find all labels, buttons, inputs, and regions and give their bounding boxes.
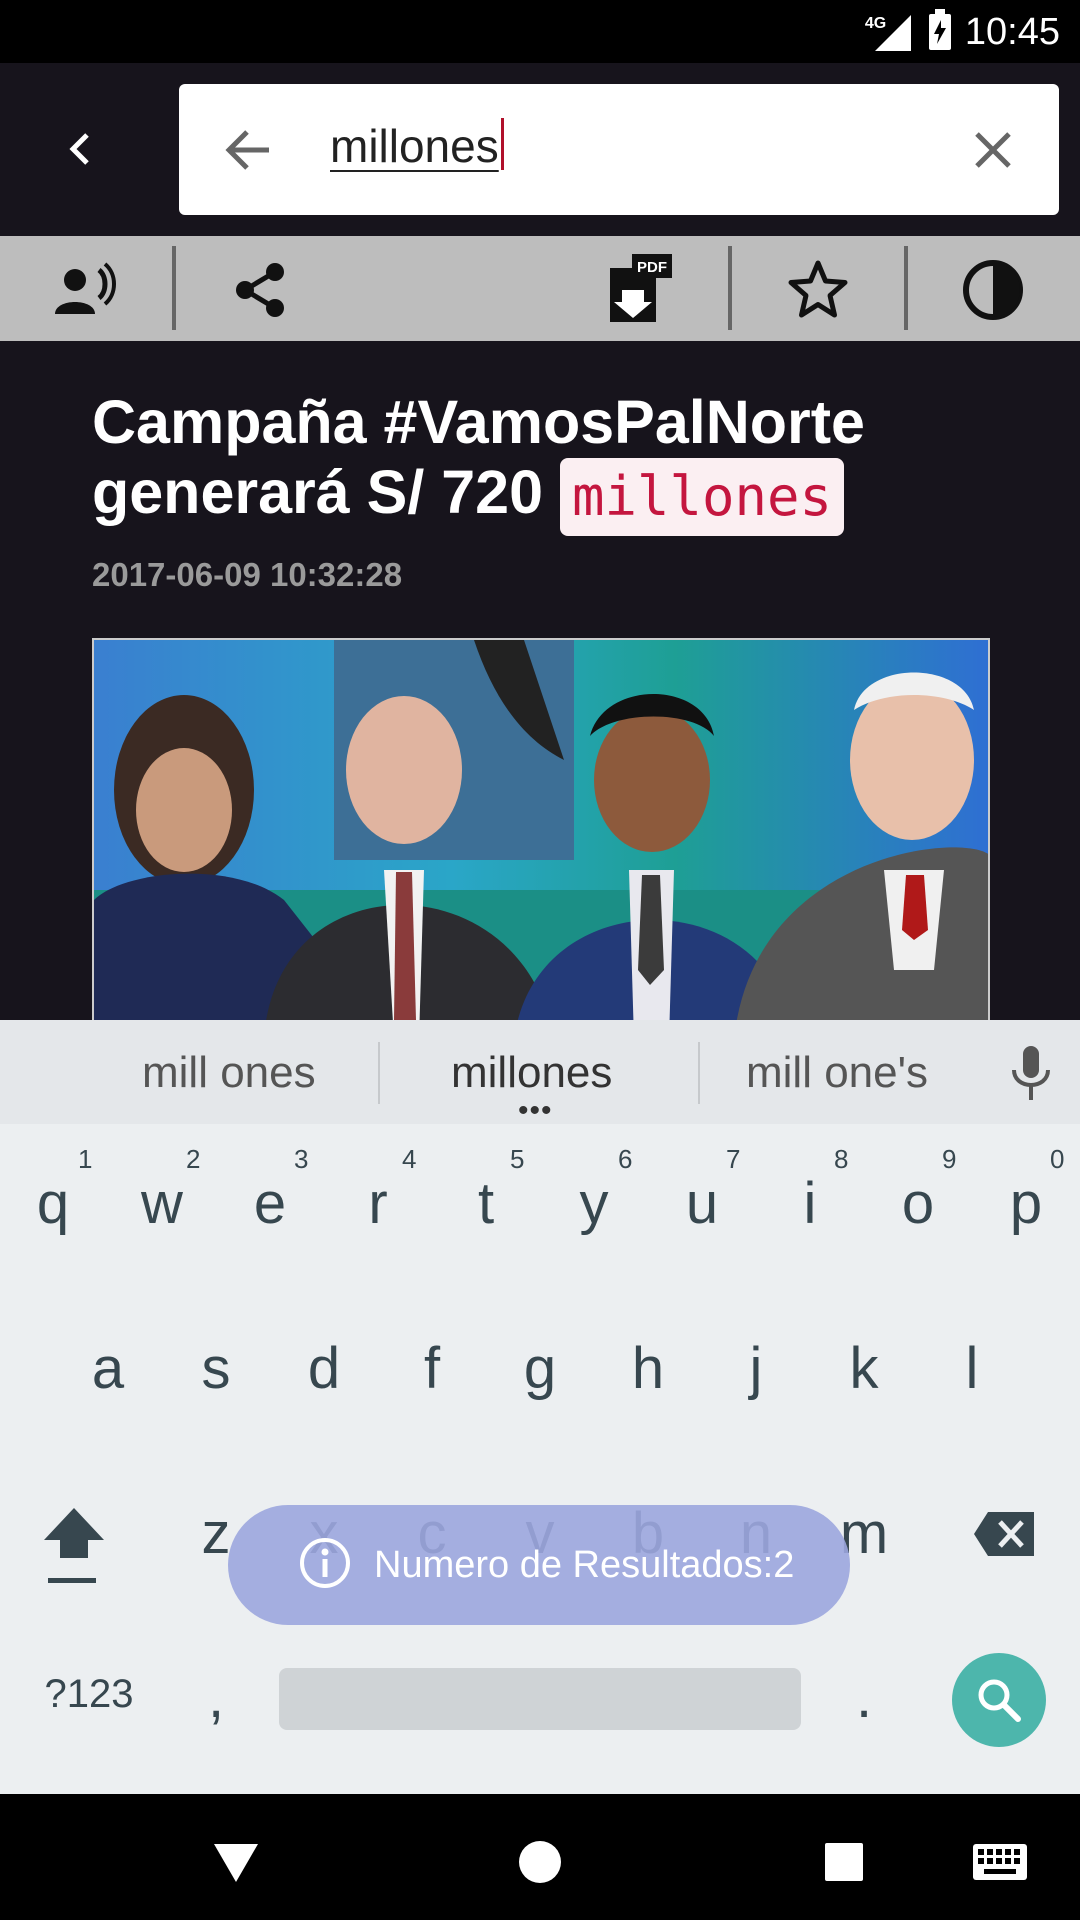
suggestion-divider	[698, 1042, 700, 1104]
key-l[interactable]: l	[927, 1335, 1017, 1402]
space-bar[interactable]	[279, 1668, 801, 1730]
key-hint-9: 9	[942, 1144, 957, 1174]
key-e[interactable]: e	[225, 1170, 315, 1237]
suggestion-3[interactable]: mill one's	[746, 1048, 928, 1098]
suggestion-1[interactable]: mill ones	[142, 1048, 316, 1098]
text-cursor	[500, 118, 504, 170]
key-hint-1: 1	[78, 1144, 93, 1174]
key-h[interactable]: h	[603, 1335, 693, 1402]
nav-back-icon[interactable]	[206, 1832, 266, 1892]
key-comma[interactable]: ,	[171, 1664, 261, 1731]
search-icon[interactable]	[952, 1653, 1046, 1747]
nav-home-icon[interactable]	[510, 1832, 570, 1892]
toolbar-divider	[728, 246, 732, 330]
key-f[interactable]: f	[387, 1335, 477, 1402]
key-g[interactable]: g	[495, 1335, 585, 1402]
key-q[interactable]: q	[8, 1170, 98, 1237]
key-d[interactable]: d	[279, 1335, 369, 1402]
suggestion-divider	[378, 1042, 380, 1104]
more-suggestions-dots: •••	[518, 1094, 553, 1127]
suggestion-strip: mill ones millones mill one's •••	[0, 1020, 1080, 1127]
key-i[interactable]: i	[765, 1170, 855, 1237]
key-a[interactable]: a	[63, 1335, 153, 1402]
share-icon[interactable]	[229, 258, 293, 322]
microphone-icon[interactable]	[1006, 1044, 1056, 1107]
key-t[interactable]: t	[441, 1170, 531, 1237]
key-w[interactable]: w	[117, 1170, 207, 1237]
title-line-1: Campaña #VamosPalNorte	[92, 388, 865, 456]
shift-icon[interactable]	[40, 1504, 108, 1593]
article-date: 2017-06-09 10:32:28	[92, 556, 403, 593]
search-field[interactable]: millones	[179, 84, 1059, 215]
results-toast: Numero de Resultados:2	[228, 1505, 850, 1625]
signal-icon: 4G	[865, 11, 915, 55]
toolbar-divider	[172, 246, 176, 330]
soft-keyboard: mill ones millones mill one's ••• q w e …	[0, 1020, 1080, 1794]
network-type: 4G	[864, 14, 887, 32]
search-input[interactable]: millones	[330, 118, 504, 173]
svg-text:PDF: PDF	[637, 259, 667, 276]
key-hint-8: 8	[834, 1144, 849, 1174]
pdf-download-icon[interactable]: PDF	[606, 254, 676, 324]
article-toolbar: PDF	[0, 236, 1080, 341]
contrast-icon[interactable]	[961, 258, 1025, 322]
battery-charging-icon	[927, 8, 953, 57]
article-content: Campaña #VamosPalNorte generará S/ 720 m…	[0, 341, 1080, 1020]
key-u[interactable]: u	[657, 1170, 747, 1237]
navigation-bar	[0, 1794, 1080, 1920]
key-o[interactable]: o	[873, 1170, 963, 1237]
key-r[interactable]: r	[333, 1170, 423, 1237]
key-hint-6: 6	[618, 1144, 633, 1174]
clock: 10:45	[964, 11, 1060, 53]
key-hint-4: 4	[402, 1144, 417, 1174]
key-k[interactable]: k	[819, 1335, 909, 1402]
nav-recents-icon[interactable]	[814, 1832, 874, 1892]
results-count-text: Numero de Resultados:2	[374, 1543, 795, 1586]
back-icon[interactable]	[60, 119, 100, 179]
key-j[interactable]: j	[711, 1335, 801, 1402]
key-hint-3: 3	[294, 1144, 309, 1174]
key-hint-7: 7	[726, 1144, 741, 1174]
key-p[interactable]: p	[981, 1170, 1071, 1237]
key-symbols[interactable]: ?123	[34, 1672, 144, 1717]
keyboard-icon[interactable]	[970, 1832, 1030, 1892]
text-to-speech-icon[interactable]	[53, 258, 117, 322]
arrow-left-icon[interactable]	[219, 120, 279, 180]
close-icon[interactable]	[967, 124, 1019, 176]
search-query: millones	[330, 120, 499, 172]
search-match-highlight: millones	[559, 457, 845, 536]
status-icons: 4G 10:45	[865, 8, 1060, 57]
key-period[interactable]: .	[819, 1664, 909, 1731]
suggestion-2[interactable]: millones	[451, 1048, 612, 1098]
backspace-icon[interactable]	[972, 1510, 1036, 1563]
key-hint-5: 5	[510, 1144, 525, 1174]
info-icon	[298, 1536, 352, 1595]
key-hint-2: 2	[186, 1144, 201, 1174]
toolbar-divider	[904, 246, 908, 330]
star-icon[interactable]	[786, 258, 850, 322]
key-s[interactable]: s	[171, 1335, 261, 1402]
key-hint-0: 0	[1050, 1144, 1065, 1174]
app-header: millones	[0, 63, 1080, 236]
article-title: Campaña #VamosPalNorte generará S/ 720 m…	[92, 387, 1012, 536]
article-photo	[92, 638, 990, 1020]
key-y[interactable]: y	[549, 1170, 639, 1237]
status-bar: 4G 10:45	[0, 0, 1080, 63]
title-line-2: generará S/ 720	[92, 458, 544, 526]
